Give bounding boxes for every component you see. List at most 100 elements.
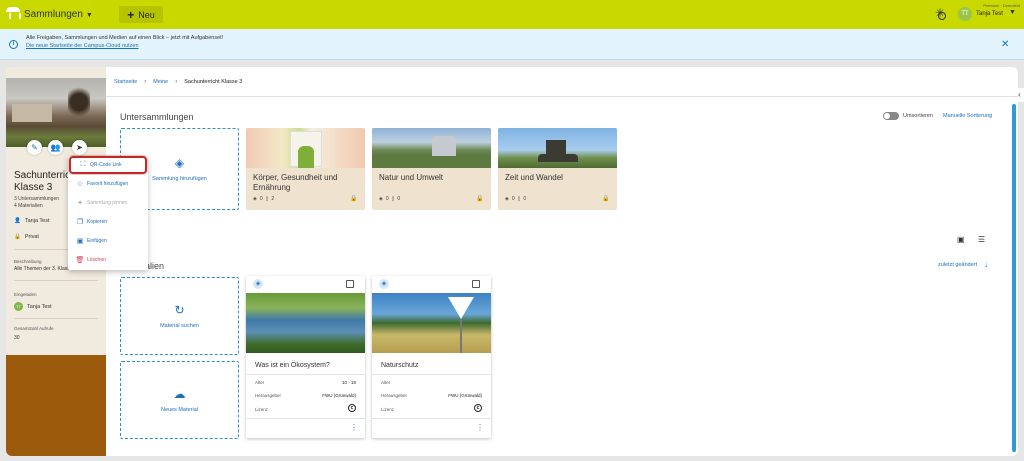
visibility-row: 🔒 Privat [14,234,39,240]
invited-name: Tanja Test [27,303,52,310]
collection-card[interactable]: Natur und Umwelt ◈ 0 ▯ 0 🔒 [372,128,491,210]
collection-cover-image [6,78,106,147]
views-value: 30 [14,335,20,341]
publisher-value: FWU (Grünwald) [448,393,482,398]
layers-icon: ◈ [253,196,257,202]
more-options-icon[interactable]: ⋮ [476,424,484,432]
panel-footer-decoration [6,355,106,456]
license-label: Lizenz [381,407,395,412]
menu-item-label: Favorit hinzufügen [87,181,129,187]
theme-toggle-icon[interactable] [935,6,947,21]
layers-icon: ◈ [174,156,185,170]
material-thumbnail [372,293,491,353]
select-checkbox[interactable] [346,280,354,288]
menu-item-label: QR-Code Link [90,162,122,168]
collection-subcount: 0 [259,196,263,202]
edit-pencil-icon[interactable]: ✎ [27,140,42,155]
invited-avatar: TT [14,302,23,311]
menu-item-paste[interactable]: ▣ Einfügen [68,232,148,250]
reorder-toggle-label: Umsortieren [903,113,933,119]
publisher-value: FWU (Grünwald) [322,393,356,398]
banner-link[interactable]: Die neue Startseite der Campus-Cloud nut… [26,43,139,49]
copy-icon: ❐ [76,219,84,226]
layers-icon: ◈ [379,196,383,202]
lock-icon: 🔒 [602,196,610,202]
app-title: Sammlungen [24,9,83,20]
collection-counts: 3 Untersammlungen 4 Materialien [14,196,59,210]
material-thumbnail [246,293,365,353]
collection-subcount: 0 [385,196,389,202]
collection-badge-icon: ◈ [253,279,263,289]
lock-icon: 🔒 [350,196,358,202]
cloud-logo-icon[interactable] [6,7,21,20]
chevron-right-icon: › [175,79,178,85]
material-card[interactable]: ◈ Was ist ein Ökosystem? Alter 10 - 18 H… [246,276,365,438]
chevron-down-icon: ▼ [85,12,93,19]
reorder-toggle[interactable] [883,112,899,120]
collection-stats: ◈ 0 ▯ 0 [379,196,400,202]
collection-card[interactable]: Körper, Gesundheit und Ernährung ◈ 0 ▯ 2… [246,128,365,210]
breadcrumb: Startseite › Meine › Sachunterricht Klas… [114,79,242,85]
sort-direction-arrow-icon[interactable]: ↓ [984,260,988,269]
new-button[interactable]: + Neu [119,6,163,23]
more-actions-cursor-icon[interactable]: ➤ [72,140,87,155]
trash-icon: 🗑 [75,257,85,264]
top-bar: Sammlungen▼ + Neu Premium · Demofeld TT … [0,0,1024,29]
menu-item-add-favorite[interactable]: ☆ Favorit hinzufügen [68,175,148,193]
material-card[interactable]: ◈ Naturschutz Alter Herausgeber FWU (Grü… [372,276,491,438]
age-label: Alter [255,380,265,385]
main-content: ✎ 👥 ➤ Sachunterricht Klasse 3 3 Untersam… [6,67,1018,456]
search-material-label: Material suchen [160,323,199,329]
collection-badge-icon: ◈ [379,279,389,289]
person-icon: 👤 [14,218,21,224]
file-icon: ▯ [391,196,395,202]
grid-view-icon[interactable]: ▣ [957,236,965,244]
manual-sort-link[interactable]: Manuelle Sortierung [943,113,992,119]
file-icon: ▯ [265,196,269,202]
list-view-icon[interactable]: ☰ [978,236,986,244]
lock-icon: 🔒 [14,234,21,240]
owner-name: Tanja Test [24,218,50,224]
collection-title: Sachunterricht Klasse 3 [14,170,74,193]
user-avatar[interactable]: TT [958,7,972,21]
cloud-upload-icon: ☁ [173,387,186,401]
breadcrumb-mine[interactable]: Meine [153,79,168,85]
creative-commons-icon: c [474,404,482,412]
menu-item-copy[interactable]: ❐ Kopieren [68,213,148,231]
user-name[interactable]: Tanja Test [976,11,1003,17]
user-menu-chevron-icon[interactable]: ▼ [1009,9,1016,16]
search-material-tile[interactable]: ↻ Material suchen [120,277,239,355]
close-icon[interactable]: ✕ [1001,39,1009,50]
lock-icon: 🔒 [476,196,484,202]
redo-arrow-icon: ↻ [174,303,185,317]
collection-title: Natur und Umwelt [379,173,444,182]
divider [246,418,365,419]
breadcrumb-home[interactable]: Startseite [114,79,137,85]
sort-by-date-link[interactable]: zuletzt geändert [938,262,977,268]
material-title: Was ist ein Ökosystem? [255,362,330,369]
chevron-right-icon: › [144,79,147,85]
owner-row: 👤 Tanja Test [14,218,50,224]
menu-item-delete[interactable]: 🗑 Löschen [68,251,148,269]
collection-image [372,128,491,168]
collection-stats: ◈ 0 ▯ 2 [253,196,274,202]
select-checkbox[interactable] [472,280,480,288]
add-collection-label: Sammlung hinzufügen [152,176,207,182]
more-options-icon[interactable]: ⋮ [350,424,358,432]
menu-item-label: Kopieren [87,219,108,225]
menu-item-label: Löschen [87,257,106,263]
age-label: Alter [381,380,391,385]
material-count: 4 Materialien [14,203,43,209]
plus-icon: + [127,7,135,22]
app-switcher[interactable]: Sammlungen ▼ [24,9,93,20]
new-material-tile[interactable]: ☁ Neues Material [120,361,239,439]
paste-icon: ▣ [76,238,84,245]
share-users-icon[interactable]: 👥 [48,140,63,155]
vertical-scrollbar[interactable] [1012,104,1016,452]
menu-item-qr-code[interactable]: ⛶ QR-Code Link [69,156,147,174]
subcollection-count: 3 Untersammlungen [14,196,60,202]
invited-label: Eingeladen [14,292,37,297]
material-card-header: ◈ [372,276,491,293]
collection-card[interactable]: Zeit und Wandel ◈ 0 ▯ 0 🔒 [498,128,617,210]
collection-materialcount: 0 [397,196,401,202]
